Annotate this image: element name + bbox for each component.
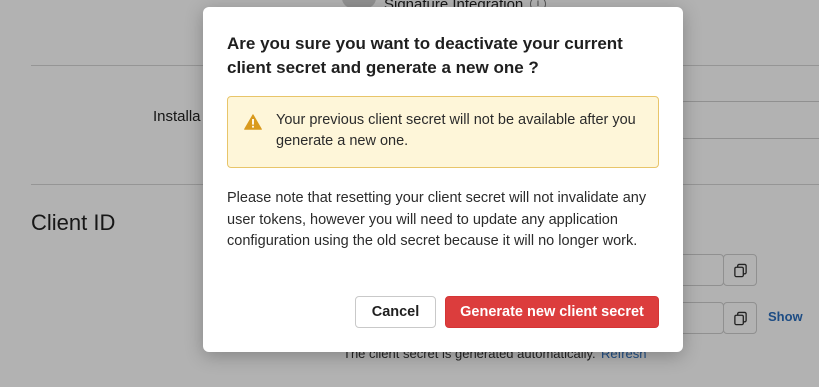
warning-text: Your previous client secret will not be … — [276, 112, 636, 149]
dialog-title: Are you sure you want to deactivate your… — [227, 34, 623, 77]
cancel-button[interactable]: Cancel — [355, 296, 436, 328]
dialog-note: Please note that resetting your client s… — [227, 190, 647, 249]
generate-new-secret-button[interactable]: Generate new client secret — [445, 296, 659, 328]
warning-icon — [244, 114, 262, 130]
confirm-dialog: Are you sure you want to deactivate your… — [203, 7, 683, 352]
warning-callout: Your previous client secret will not be … — [227, 96, 659, 168]
